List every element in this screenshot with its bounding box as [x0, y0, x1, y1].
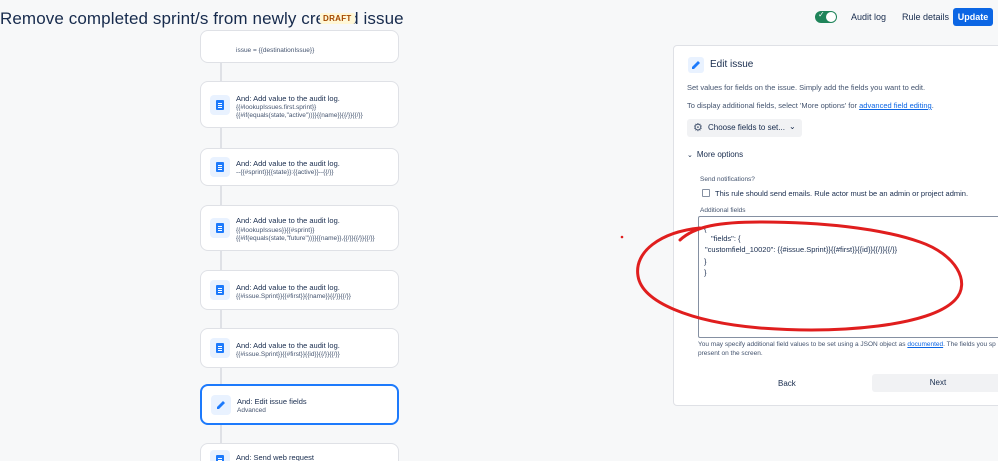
update-button[interactable]: Update [953, 8, 993, 26]
audit-log-action-icon [210, 157, 230, 177]
pencil-icon [688, 57, 704, 73]
help-prefix: You may specify additional field values … [698, 341, 906, 348]
display-prefix: To display additional fields, select 'Mo… [687, 101, 858, 110]
chevron-down-icon: ⌄ [687, 152, 693, 159]
send-emails-checkbox[interactable] [702, 189, 710, 197]
json-line: "customfield_10020": {{#issue.Sprint}}{{… [705, 245, 898, 254]
display-fields-text: To display additional fields, select 'Mo… [687, 101, 934, 110]
audit-log-action-icon [210, 338, 230, 358]
choose-fields-label: Choose fields to set... [708, 123, 785, 132]
display-suffix: . [931, 101, 934, 110]
flow-card[interactable]: issue = {{destinationIssue}} [200, 30, 399, 63]
help-text: You may specify additional field values … [698, 340, 996, 358]
flow-card-selected[interactable]: And: Edit issue fields Advanced [200, 384, 399, 425]
help-suffix: . The fields you sp [943, 341, 996, 348]
audit-log-action-icon [210, 218, 230, 238]
flow-card[interactable]: And: Add value to the audit log. --{{#sp… [200, 148, 399, 186]
next-button[interactable]: Next [872, 374, 998, 392]
rule-details-button[interactable]: Rule details [902, 12, 949, 22]
card-detail: {{#issue.Sprint}}{{#first}}{{name}}{{/}}… [236, 293, 351, 300]
chevron-down-icon: ⌄ [789, 122, 796, 131]
additional-fields-label: Additional fields [700, 207, 746, 214]
rule-enabled-toggle[interactable]: ✓ [815, 10, 837, 23]
draft-badge: DRAFT [320, 13, 355, 24]
flow-card[interactable]: And: Add value to the audit log. {{#look… [200, 205, 399, 251]
json-line: } [704, 257, 707, 266]
toggle-knob [826, 12, 836, 22]
web-request-icon [210, 450, 230, 461]
audit-log-button[interactable]: Audit log [851, 12, 886, 22]
audit-log-action-icon [210, 280, 230, 300]
panel-description: Set values for fields on the issue. Simp… [687, 83, 926, 92]
json-line: { [704, 224, 707, 233]
flow-card[interactable]: And: Add value to the audit log. {{#look… [200, 81, 399, 128]
json-line: } [704, 268, 707, 277]
card-title: And: Add value to the audit log. [236, 283, 340, 292]
additional-fields-textarea[interactable]: { "fields": { "customfield_10020": {{#is… [698, 216, 998, 338]
send-emails-label: This rule should send emails. Rule actor… [715, 189, 969, 198]
gear-icon: ⚙ [693, 122, 703, 134]
card-title: And: Add value to the audit log. [236, 341, 340, 350]
advanced-field-editing-link[interactable]: advanced field editing [859, 101, 932, 110]
check-icon: ✓ [818, 10, 825, 19]
card-detail: {{#issue.Sprint}}{{#first}}{{id}}{{/}}{{… [236, 351, 340, 358]
card-detail: issue = {{destinationIssue}} [236, 47, 315, 54]
audit-log-action-icon [210, 94, 230, 115]
send-notifications-label: Send notifications? [700, 176, 755, 183]
card-title: And: Edit issue fields [237, 397, 307, 406]
card-title: And: Add value to the audit log. [236, 94, 340, 103]
flow-card[interactable]: And: Send web request [200, 443, 399, 461]
back-button[interactable]: Back [778, 379, 796, 388]
pencil-icon [211, 394, 231, 415]
json-line: "fields": { [711, 234, 741, 243]
panel-title: Edit issue [710, 59, 754, 70]
choose-fields-button[interactable]: ⚙ Choose fields to set... ⌄ [687, 119, 802, 137]
header: Remove completed sprint/s from newly cre… [0, 0, 998, 38]
card-detail: {{#if(equals(state,"active"))}}{{name}}{… [236, 112, 363, 119]
flow-card[interactable]: And: Add value to the audit log. {{#issu… [200, 328, 399, 368]
card-title: And: Add value to the audit log. [236, 216, 340, 225]
help-line-2: present on the screen. [698, 350, 763, 357]
documented-link[interactable]: documented [907, 341, 943, 348]
more-options-label: More options [696, 150, 744, 159]
card-title: And: Add value to the audit log. [236, 159, 340, 168]
more-options-toggle[interactable]: ⌄ More options [687, 150, 743, 159]
edit-issue-panel: Edit issue Set values for fields on the … [673, 45, 998, 406]
card-title: And: Send web request [236, 453, 314, 461]
card-detail: {{#if(equals(state,"future"))}}{{name}},… [236, 235, 375, 242]
card-detail: Advanced [237, 407, 266, 414]
flow-card[interactable]: And: Add value to the audit log. {{#issu… [200, 270, 399, 310]
card-detail: --{{#sprint}}{{state}}:{{active}}--{{/}} [236, 169, 334, 176]
